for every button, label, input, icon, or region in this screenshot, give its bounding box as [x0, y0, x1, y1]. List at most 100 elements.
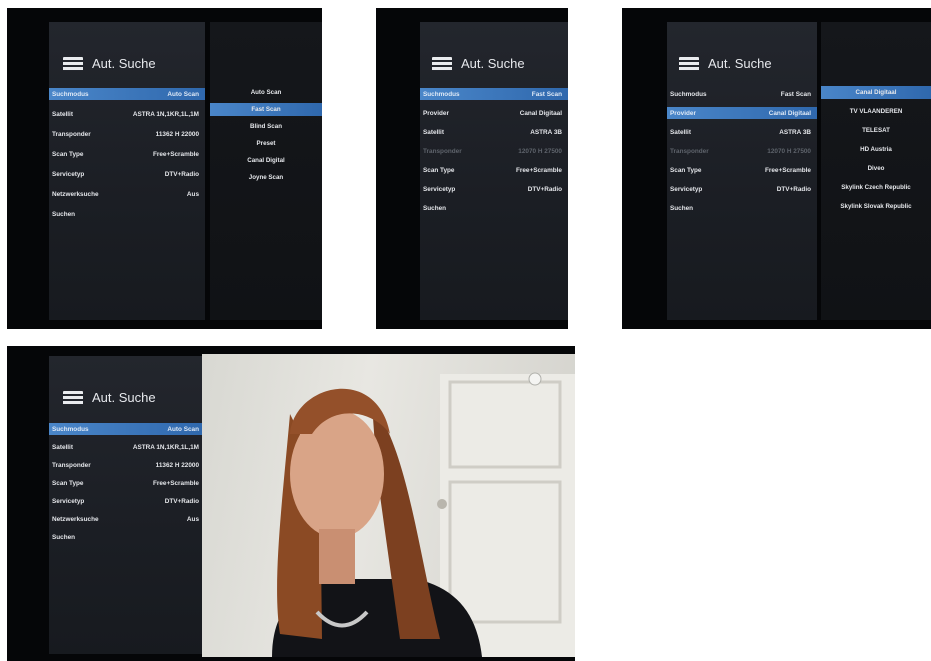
- setting-label: Suchen: [52, 533, 76, 541]
- setting-row-servicetyp[interactable]: Servicetyp DTV+Radio: [420, 183, 568, 195]
- tv-screenshot-search-mode: Aut. Suche Suchmodus Auto Scan Satellit AST…: [7, 8, 322, 329]
- setting-label: Transponder: [52, 461, 91, 469]
- setting-row-scan-type[interactable]: Scan Type Free+Scramble: [420, 164, 568, 176]
- option-preset[interactable]: Preset: [210, 137, 322, 150]
- setting-row-servicetyp[interactable]: Servicetyp DTV+Radio: [667, 183, 817, 195]
- setting-value: 11362 H 22000: [155, 461, 199, 469]
- option-telesat[interactable]: TELESAT: [821, 124, 931, 137]
- setting-row-transponder[interactable]: Transponder 11362 H 22000: [49, 459, 205, 471]
- setting-label: Servicetyp: [423, 185, 456, 193]
- setting-row-satellit[interactable]: Satellit ASTRA 3B: [420, 126, 568, 138]
- setting-row-suchmodus[interactable]: Suchmodus Fast Scan: [420, 88, 568, 100]
- setting-value: Free+Scramble: [764, 166, 811, 174]
- setting-value: ASTRA 1N,1KR,1L,1M: [132, 110, 199, 118]
- setting-value: DTV+Radio: [164, 170, 199, 178]
- setting-value: DTV+Radio: [527, 185, 562, 193]
- tv-screenshot-provider: Aut. Suche Suchmodus Fast Scan Provider Can…: [622, 8, 931, 329]
- setting-value: ASTRA 3B: [779, 128, 811, 136]
- setting-row-satellit[interactable]: Satellit ASTRA 1N,1KR,1L,1M: [49, 108, 205, 120]
- menu-title: Aut. Suche: [708, 56, 772, 71]
- setting-row-suchmodus[interactable]: Suchmodus Fast Scan: [667, 88, 817, 100]
- setting-row-suchen[interactable]: Suchen: [49, 208, 205, 220]
- setting-value: Fast Scan: [780, 90, 811, 98]
- setting-value: ASTRA 3B: [530, 128, 562, 136]
- setting-label: Satellit: [52, 110, 73, 118]
- setting-label: Scan Type: [423, 166, 455, 174]
- setting-row-provider[interactable]: Provider Canal Digitaal: [420, 107, 568, 119]
- setting-label: Suchen: [670, 204, 694, 212]
- channel-logo-icon: [528, 372, 542, 386]
- setting-row-suchen[interactable]: Suchen: [420, 202, 568, 214]
- setting-label: Suchmodus: [52, 90, 89, 98]
- option-canal-digital[interactable]: Canal Digital: [210, 154, 322, 167]
- setting-label: Satellit: [52, 443, 73, 451]
- menu-header: Aut. Suche: [679, 56, 772, 71]
- setting-row-provider[interactable]: Provider Canal Digitaal: [667, 107, 817, 119]
- setting-row-transponder[interactable]: Transponder 12070 H 27500: [667, 145, 817, 157]
- setting-label: Servicetyp: [52, 170, 85, 178]
- setting-row-satellit[interactable]: Satellit ASTRA 3B: [667, 126, 817, 138]
- setting-row-suchmodus[interactable]: Suchmodus Auto Scan: [49, 423, 205, 435]
- options-panel: Auto Scan Fast Scan Blind Scan Preset Canal …: [210, 22, 322, 320]
- list-icon: [63, 390, 83, 405]
- search-menu-panel: Aut. Suche Suchmodus Auto Scan Satellit AST…: [49, 356, 205, 654]
- setting-row-servicetyp[interactable]: Servicetyp DTV+Radio: [49, 168, 205, 180]
- list-icon: [63, 56, 83, 71]
- option-blind-scan[interactable]: Blind Scan: [210, 120, 322, 133]
- setting-label: Scan Type: [52, 150, 84, 158]
- setting-value: DTV+Radio: [164, 497, 199, 505]
- setting-label: Satellit: [670, 128, 691, 136]
- option-hd-austria[interactable]: HD Austria: [821, 143, 931, 156]
- setting-label: Transponder: [423, 147, 462, 155]
- setting-label: Provider: [423, 109, 449, 117]
- menu-header: Aut. Suche: [432, 56, 525, 71]
- setting-row-transponder[interactable]: Transponder 11362 H 22000: [49, 128, 205, 140]
- search-menu-panel: Aut. Suche Suchmodus Fast Scan Provider Can…: [667, 22, 817, 320]
- option-fast-scan[interactable]: Fast Scan: [210, 103, 322, 116]
- setting-label: Suchmodus: [670, 90, 707, 98]
- tv-screenshot-video: Aut. Suche Suchmodus Auto Scan Satellit AST…: [7, 346, 575, 661]
- video-frame: [272, 372, 575, 657]
- menu-title: Aut. Suche: [461, 56, 525, 71]
- setting-row-transponder[interactable]: Transponder 12070 H 27500: [420, 145, 568, 157]
- setting-label: Scan Type: [670, 166, 702, 174]
- setting-value: Aus: [186, 190, 199, 198]
- setting-value: Free+Scramble: [152, 479, 199, 487]
- setting-value: Auto Scan: [167, 425, 199, 433]
- option-tv-vlaanderen[interactable]: TV VLAANDEREN: [821, 105, 931, 118]
- setting-row-scan-type[interactable]: Scan Type Free+Scramble: [49, 477, 205, 489]
- setting-row-servicetyp[interactable]: Servicetyp DTV+Radio: [49, 495, 205, 507]
- setting-label: Suchen: [423, 204, 447, 212]
- setting-row-satellit[interactable]: Satellit ASTRA 1N,1KR,1L,1M: [49, 441, 205, 453]
- setting-row-suchen[interactable]: Suchen: [49, 531, 205, 543]
- setting-row-scan-type[interactable]: Scan Type Free+Scramble: [667, 164, 817, 176]
- option-diveo[interactable]: Diveo: [821, 162, 931, 175]
- options-panel: Canal Digitaal TV VLAANDEREN TELESAT HD Aus…: [821, 22, 931, 320]
- option-canal-digitaal[interactable]: Canal Digitaal: [821, 86, 931, 99]
- setting-row-suchmodus[interactable]: Suchmodus Auto Scan: [49, 88, 205, 100]
- setting-row-netzwerksuche[interactable]: Netzwerksuche Aus: [49, 513, 205, 525]
- tv-screenshot-fast-scan: Aut. Suche Suchmodus Fast Scan Provider Can…: [376, 8, 568, 329]
- search-menu-panel: Aut. Suche Suchmodus Auto Scan Satellit AST…: [49, 22, 205, 320]
- setting-label: Suchen: [52, 210, 76, 218]
- option-joyne-scan[interactable]: Joyne Scan: [210, 171, 322, 184]
- option-skylink-slovak-republic[interactable]: Skylink Slovak Republic: [821, 200, 931, 213]
- setting-value: DTV+Radio: [776, 185, 811, 193]
- search-menu-panel: Aut. Suche Suchmodus Fast Scan Provider Can…: [420, 22, 568, 320]
- setting-value: Free+Scramble: [515, 166, 562, 174]
- setting-label: Servicetyp: [52, 497, 85, 505]
- setting-row-scan-type[interactable]: Scan Type Free+Scramble: [49, 148, 205, 160]
- setting-value: 12070 H 27500: [518, 147, 562, 155]
- menu-title: Aut. Suche: [92, 56, 156, 71]
- setting-row-netzwerksuche[interactable]: Netzwerksuche Aus: [49, 188, 205, 200]
- option-skylink-czech-republic[interactable]: Skylink Czech Republic: [821, 181, 931, 194]
- setting-row-suchen[interactable]: Suchen: [667, 202, 817, 214]
- setting-label: Netzwerksuche: [52, 190, 99, 198]
- setting-value: Canal Digitaal: [519, 109, 562, 117]
- setting-label: Scan Type: [52, 479, 84, 487]
- setting-label: Transponder: [670, 147, 709, 155]
- list-icon: [679, 56, 699, 71]
- option-auto-scan[interactable]: Auto Scan: [210, 86, 322, 99]
- video-preview: [202, 354, 575, 657]
- setting-label: Satellit: [423, 128, 444, 136]
